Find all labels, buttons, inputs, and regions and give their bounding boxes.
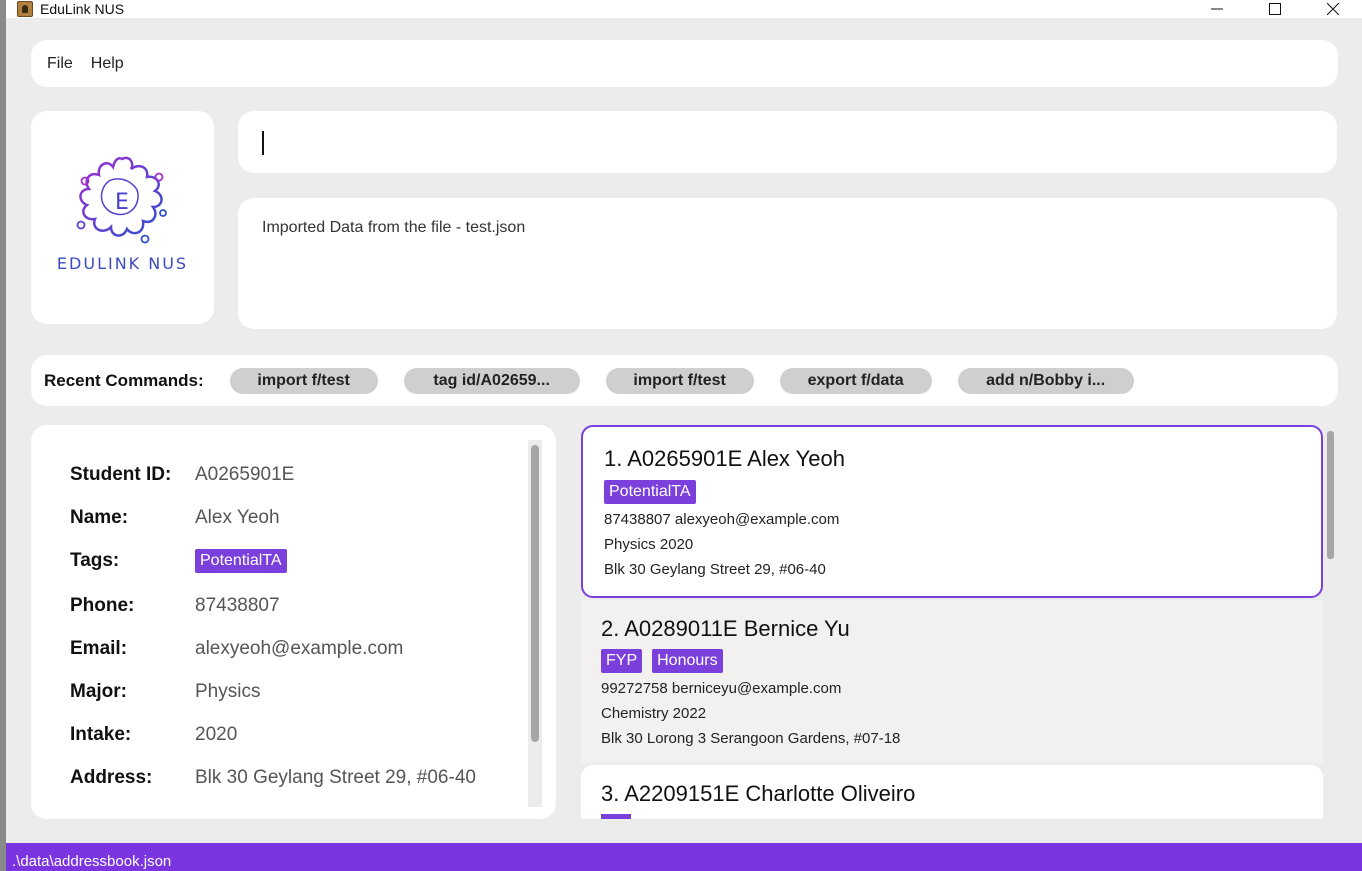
detail-row-student-id: Student ID: A0265901E (70, 464, 294, 486)
window-edge (0, 0, 6, 871)
student-card-title: 1. A0265901E Alex Yeoh (604, 446, 846, 471)
detail-row-tags: Tags: PotentialTA (70, 549, 287, 573)
tag-badge: PotentialTA (195, 549, 287, 573)
recent-commands-label: Recent Commands: (44, 370, 204, 390)
student-card[interactable]: 1. A0265901E Alex Yeoh PotentialTA 87438… (581, 425, 1323, 598)
logo-letter: E (115, 190, 129, 215)
detail-value: Alex Yeoh (195, 507, 280, 528)
student-card-contact: 99272758 berniceyu@example.com (601, 680, 842, 697)
detail-label: Email: (70, 638, 128, 659)
recent-command-chip[interactable]: export f/data (779, 367, 932, 394)
command-input[interactable] (268, 125, 1308, 159)
student-card[interactable]: 3. A2209151E Charlotte Oliveiro (581, 765, 1323, 819)
maximize-button[interactable] (1246, 0, 1304, 18)
detail-row-intake: Intake: 2020 (70, 724, 237, 746)
menu-bar: File Help (31, 40, 1338, 87)
maximize-icon (1269, 3, 1281, 15)
student-card-tags: FYP Honours (601, 649, 733, 673)
student-detail-panel: Student ID: A0265901E Name: Alex Yeoh Ta… (31, 425, 556, 819)
detail-row-name: Name: Alex Yeoh (70, 507, 280, 529)
detail-label: Name: (70, 507, 129, 528)
tag-badge: PotentialTA (604, 480, 696, 504)
detail-label: Student ID: (70, 464, 172, 485)
close-icon (1327, 3, 1339, 15)
close-button[interactable] (1304, 0, 1362, 18)
student-card-title: 2. A0289011E Bernice Yu (601, 616, 850, 641)
recent-commands-bar: Recent Commands: import f/test tag id/A0… (31, 355, 1338, 406)
detail-label: Phone: (70, 595, 135, 616)
detail-label: Tags: (70, 550, 120, 571)
student-card-tags: PotentialTA (604, 480, 706, 504)
detail-value: Blk 30 Geylang Street 29, #06-40 (195, 767, 476, 788)
status-bar: .\data\addressbook.json (6, 843, 1362, 871)
detail-label: Address: (70, 767, 153, 788)
student-card-address: Blk 30 Geylang Street 29, #06-40 (604, 561, 826, 578)
detail-value: alexyeoh@example.com (195, 638, 404, 659)
detail-row-major: Major: Physics (70, 681, 260, 703)
student-card-major-intake: Physics 2020 (604, 536, 694, 553)
window-title: EduLink NUS (40, 1, 125, 17)
result-message: Imported Data from the file - test.json (262, 219, 526, 236)
detail-value: 87438807 (195, 595, 280, 616)
student-card-title: 3. A2209151E Charlotte Oliveiro (601, 781, 916, 806)
detail-value: 2020 (195, 724, 238, 745)
student-card-address: Blk 30 Lorong 3 Serangoon Gardens, #07-1… (601, 730, 901, 747)
menu-help[interactable]: Help (91, 55, 124, 73)
tag-badge: Honours (652, 649, 723, 673)
edulink-logo-icon: E (76, 156, 167, 244)
detail-value: Physics (195, 681, 261, 702)
detail-row-address: Address: Blk 30 Geylang Street 29, #06-4… (70, 767, 476, 789)
detail-row-email: Email: alexyeoh@example.com (70, 638, 403, 660)
app-icon (17, 1, 33, 17)
detail-label: Major: (70, 681, 127, 702)
text-cursor (262, 131, 264, 155)
command-box[interactable] (238, 111, 1337, 173)
detail-label: Intake: (70, 724, 132, 745)
detail-row-phone: Phone: 87438807 (70, 595, 280, 617)
minimize-icon (1211, 8, 1223, 10)
recent-command-chip[interactable]: add n/Bobby i... (957, 367, 1134, 394)
recent-command-chip[interactable]: import f/test (229, 367, 378, 394)
logo-text: EDULINK NUS (56, 254, 189, 273)
list-scrollbar-thumb[interactable] (1327, 431, 1334, 559)
detail-scrollbar-thumb[interactable] (531, 445, 539, 742)
window-controls (1188, 0, 1362, 18)
student-card-major-intake: Chemistry 2022 (601, 705, 707, 722)
menu-file[interactable]: File (47, 55, 73, 73)
student-list: 1. A0265901E Alex Yeoh PotentialTA 87438… (581, 425, 1336, 819)
student-card-contact: 87438807 alexyeoh@example.com (604, 511, 840, 528)
status-file-path: .\data\addressbook.json (12, 853, 172, 870)
tag-badge: FYP (601, 649, 643, 673)
recent-command-chip[interactable]: tag id/A02659... (403, 367, 580, 394)
student-card[interactable]: 2. A0289011E Bernice Yu FYP Honours 9927… (581, 600, 1323, 763)
detail-value: A0265901E (195, 464, 295, 485)
result-display: Imported Data from the file - test.json (238, 198, 1337, 329)
title-bar: EduLink NUS (6, 0, 1362, 18)
recent-command-chip[interactable]: import f/test (605, 367, 754, 394)
minimize-button[interactable] (1188, 0, 1246, 18)
tag-badge (601, 814, 631, 819)
logo-panel: E EDULINK NUS (31, 111, 214, 324)
